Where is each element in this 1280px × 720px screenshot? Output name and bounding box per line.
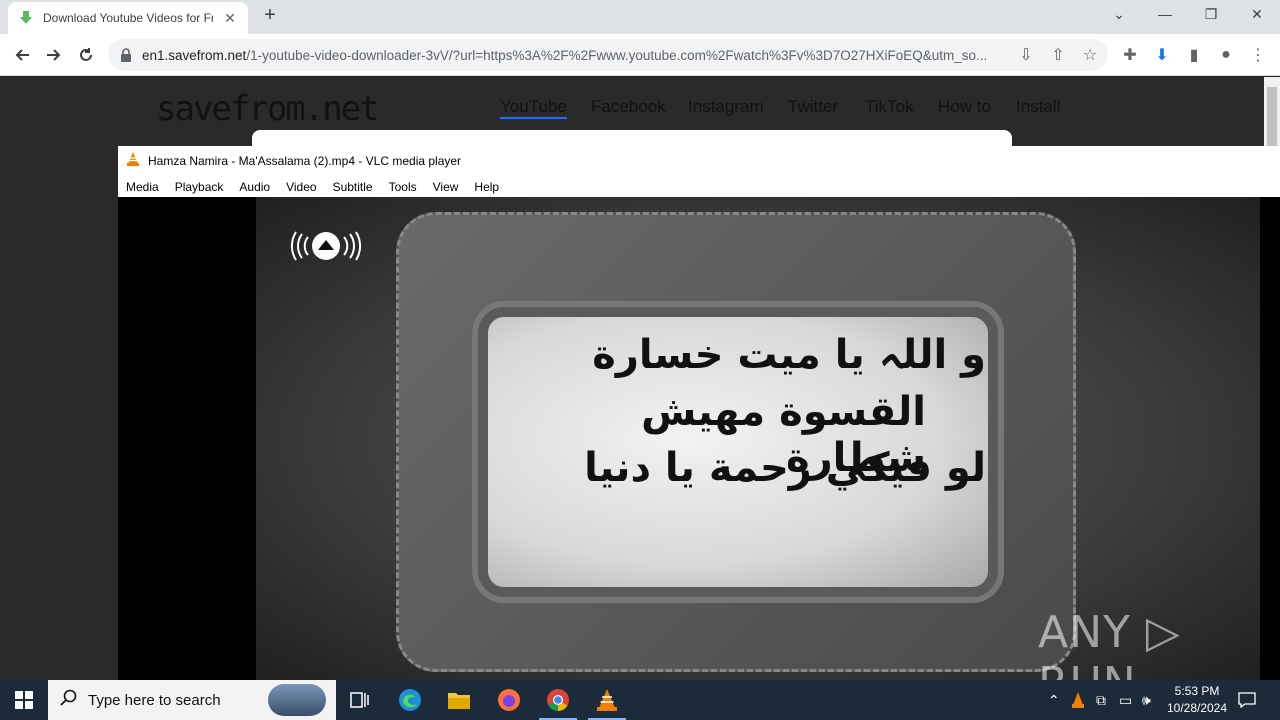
vlc-cone-icon [126,151,140,171]
nav-facebook[interactable]: Facebook [591,97,666,117]
profile-avatar-icon[interactable]: ● [1215,44,1237,66]
taskbar-search-box[interactable]: Type here to search [48,680,336,720]
install-app-icon[interactable]: ⇩ [1015,44,1037,66]
tab-close-icon[interactable]: ✕ [222,10,238,26]
task-view-icon[interactable] [337,680,383,720]
nav-instagram[interactable]: Instagram [688,97,764,117]
volume-icon[interactable]: 🕪 [1142,680,1151,720]
lyric-line-3: لو فيكي رحمة يا دنيا [584,445,986,491]
system-clock[interactable]: 5:53 PM 10/28/2024 [1162,683,1232,717]
extensions-icon[interactable]: ✚ [1119,44,1141,66]
scrollbar-thumb[interactable] [1267,87,1277,147]
forward-icon[interactable] [43,44,65,66]
downloads-icon[interactable]: ⬇ [1151,44,1173,66]
search-placeholder: Type here to search [88,691,221,709]
bookmark-star-icon[interactable]: ☆ [1079,44,1101,66]
vlc-title: Hamza Namira - Ma'Assalama (2).mp4 - VLC… [148,154,462,168]
menu-video[interactable]: Video [286,180,316,194]
edge-icon[interactable] [387,680,433,720]
site-logo[interactable]: savefrom.net [156,89,380,129]
menu-kebab-icon[interactable]: ⋮ [1247,44,1269,66]
menu-help[interactable]: Help [474,180,499,194]
chrome-icon[interactable] [535,680,581,720]
menu-audio[interactable]: Audio [239,180,270,194]
reload-icon[interactable] [75,44,97,66]
nav-how-to[interactable]: How to [938,97,991,117]
restore-icon[interactable]: ❐ [1201,6,1221,23]
tab-title: Download Youtube Videos for Free [43,11,213,25]
vlc-taskbar-icon[interactable] [584,680,630,720]
minimize-icon[interactable]: — [1155,6,1175,22]
clock-date: 10/28/2024 [1166,701,1228,715]
menu-view[interactable]: View [433,180,459,194]
browser-toolbar: en1.savefrom.net/1-youtube-video-downloa… [0,34,1280,76]
vlc-tray-icon[interactable] [1071,680,1085,720]
windows-start-icon[interactable] [0,680,48,720]
vlc-window: Hamza Namira - Ma'Assalama (2).mp4 - VLC… [118,146,1280,680]
file-explorer-icon[interactable] [436,680,482,720]
lock-icon [120,48,132,62]
video-surface[interactable]: و اللہ يا ميت خسارة القسوة مهيش شطارة لو… [118,197,1280,680]
nav-tiktok[interactable]: TikTok [865,97,914,117]
device-tray-icon[interactable]: ⧉ [1096,680,1106,720]
back-icon[interactable] [11,44,33,66]
nav-install[interactable]: Install [1016,97,1060,117]
share-icon[interactable]: ⇧ [1047,44,1069,66]
menu-tools[interactable]: Tools [389,180,417,194]
vlc-title-bar[interactable]: Hamza Namira - Ma'Assalama (2).mp4 - VLC… [118,146,1280,176]
notifications-icon[interactable] [1238,680,1256,720]
browser-tab[interactable]: Download Youtube Videos for Free ✕ [8,2,248,34]
lyric-line-1: و اللہ يا ميت خسارة [592,332,986,378]
tab-search-icon[interactable]: ⌄ [1109,6,1129,23]
nav-youtube[interactable]: YouTube [500,97,567,119]
url-text: en1.savefrom.net/1-youtube-video-downloa… [142,47,988,63]
search-icon [60,689,78,712]
address-bar[interactable]: en1.savefrom.net/1-youtube-video-downloa… [108,39,1108,71]
network-icon[interactable]: ▭ [1119,680,1132,720]
nav-twitter[interactable]: Twitter [788,97,838,117]
vlc-menu-bar: Media Playback Audio Video Subtitle Tool… [118,176,1280,197]
menu-media[interactable]: Media [126,180,159,194]
new-tab-button[interactable]: + [260,5,280,26]
side-panel-icon[interactable]: ▮ [1183,44,1205,66]
search-highlight-image[interactable] [268,684,326,716]
menu-playback[interactable]: Playback [175,180,224,194]
firefox-icon[interactable] [486,680,532,720]
taskbar: Type here to search ⌃ ⧉ ▭ 🕪 5:53 PM 10/2… [0,680,1280,720]
close-window-icon[interactable]: ✕ [1247,6,1267,23]
download-arrow-icon [18,10,34,26]
clock-time: 5:53 PM [1174,684,1220,698]
show-hidden-icons-icon[interactable]: ⌃ [1048,680,1060,720]
menu-subtitle[interactable]: Subtitle [333,180,373,194]
anyrun-watermark: ANY ▷ RUN [1038,607,1181,680]
tab-strip: Download Youtube Videos for Free ✕ + ⌄ —… [0,0,1280,34]
channel-logo-icon [288,229,364,263]
